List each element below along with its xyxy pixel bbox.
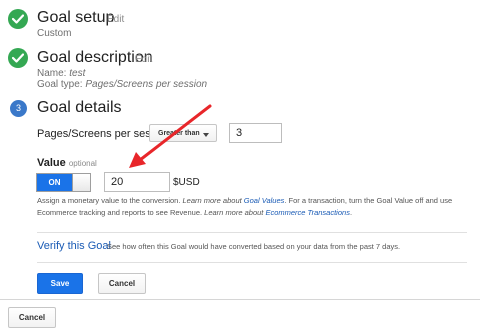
- divider: [37, 232, 467, 233]
- assist-link-prefix-1: Learn more about: [182, 196, 244, 205]
- goal-values-link[interactable]: Goal Values: [244, 196, 285, 205]
- goal-setup-title: Goal setup: [37, 9, 115, 26]
- goal-description-edit-link[interactable]: Edit: [135, 54, 152, 65]
- divider: [37, 262, 467, 263]
- value-label: Value: [37, 157, 66, 169]
- goal-type-line: Goal type: Pages/Screens per session: [37, 79, 207, 90]
- goal-setup-summary: Custom: [37, 28, 72, 39]
- goal-name-label: Name:: [37, 68, 70, 79]
- currency-label: $USD: [173, 177, 200, 188]
- value-heading: Value optional: [37, 157, 97, 169]
- toggle-on-label: ON: [37, 174, 72, 191]
- goal-value-toggle[interactable]: ON: [36, 173, 91, 192]
- threshold-input[interactable]: 3: [229, 123, 282, 143]
- goal-setup-edit-link[interactable]: Edit: [107, 14, 124, 25]
- value-optional-label: optional: [68, 159, 97, 168]
- goal-name-line: Name: test: [37, 68, 85, 79]
- step-complete-check-icon: [8, 48, 28, 68]
- cancel-button[interactable]: Cancel: [98, 273, 146, 294]
- save-button[interactable]: Save: [37, 273, 83, 294]
- goal-value-input[interactable]: 20: [104, 172, 170, 192]
- ecommerce-transactions-link[interactable]: Ecommerce Transactions: [265, 208, 349, 217]
- goal-name-value: test: [69, 68, 86, 79]
- verify-goal-link[interactable]: Verify this Goal: [37, 240, 111, 252]
- checkmark-icon: [12, 53, 24, 63]
- step-number-badge: 3: [10, 100, 27, 117]
- verify-goal-description: See how often this Goal would have conve…: [107, 242, 401, 251]
- comparison-operator-value: Greater than: [158, 130, 200, 137]
- goal-details-title: Goal details: [37, 99, 122, 116]
- divider: [0, 299, 480, 300]
- assist-text-1: Assign a monetary value to the conversio…: [37, 196, 183, 205]
- comparison-operator-select[interactable]: Greater than: [149, 124, 217, 142]
- caret-down-icon: [203, 133, 209, 137]
- outer-cancel-button[interactable]: Cancel: [8, 307, 56, 328]
- assist-text-3: .: [349, 208, 353, 217]
- step-complete-check-icon: [8, 9, 28, 29]
- goal-type-label: Goal type:: [37, 79, 86, 90]
- checkmark-icon: [12, 14, 24, 24]
- goal-value-help-text: Assign a monetary value to the conversio…: [37, 195, 477, 219]
- toggle-knob: [72, 174, 90, 191]
- assist-link-prefix-2: Learn more about: [204, 208, 266, 217]
- goal-type-value: Pages/Screens per session: [85, 79, 208, 90]
